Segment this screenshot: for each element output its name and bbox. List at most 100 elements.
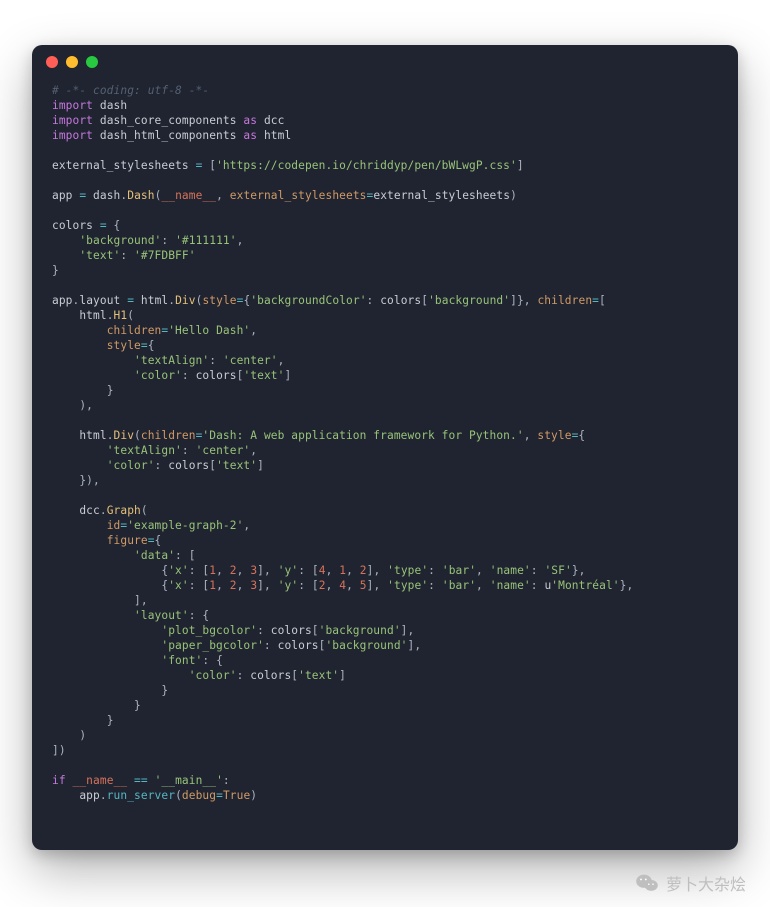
code-string: 'background' xyxy=(79,234,161,247)
code-string: 'textAlign' xyxy=(134,354,209,367)
zoom-icon[interactable] xyxy=(86,56,98,68)
code-ident: app xyxy=(79,789,100,802)
code-func: run_server xyxy=(107,789,175,802)
code-string: 'background' xyxy=(319,624,401,637)
code-number: 2 xyxy=(230,564,237,577)
code-string: 'font' xyxy=(161,654,202,667)
code-string: 'background' xyxy=(325,639,407,652)
code-ident: colors xyxy=(271,624,312,637)
code-keyword: as xyxy=(243,129,257,142)
code-class: Graph xyxy=(107,504,141,517)
code-kwarg: style xyxy=(537,429,571,442)
close-icon[interactable] xyxy=(46,56,58,68)
code-number: 2 xyxy=(360,564,367,577)
window-titlebar xyxy=(32,45,738,79)
code-keyword: import xyxy=(52,114,93,127)
code-string: '#111111' xyxy=(175,234,237,247)
code-kwarg: children xyxy=(537,294,592,307)
code-kwarg: children xyxy=(141,429,196,442)
code-kwarg: style xyxy=(202,294,236,307)
code-string: 'layout' xyxy=(134,609,189,622)
code-string: 'SF' xyxy=(544,564,571,577)
code-ident: colors xyxy=(168,459,209,472)
code-string: '#7FDBFF' xyxy=(134,249,196,262)
code-ident: layout xyxy=(79,294,120,307)
code-ident: colors xyxy=(380,294,421,307)
code-keyword: as xyxy=(243,114,257,127)
code-number: 2 xyxy=(230,579,237,592)
code-ident: html xyxy=(141,294,168,307)
code-bool: True xyxy=(223,789,250,802)
code-string: 'backgroundColor' xyxy=(250,294,366,307)
minimize-icon[interactable] xyxy=(66,56,78,68)
code-class: Div xyxy=(114,429,135,442)
code-number: 2 xyxy=(319,579,326,592)
code-string: 'textAlign' xyxy=(107,444,182,457)
code-string: 'y' xyxy=(278,579,299,592)
code-kwarg: debug xyxy=(182,789,216,802)
code-ident: colors xyxy=(250,669,291,682)
code-string: 'x' xyxy=(168,564,189,577)
code-string: 'text' xyxy=(216,459,257,472)
code-string: 'background' xyxy=(428,294,510,307)
code-dunder: __name__ xyxy=(161,189,216,202)
code-string: 'plot_bgcolor' xyxy=(161,624,257,637)
code-keyword: import xyxy=(52,99,93,112)
code-ident: html xyxy=(79,309,106,322)
code-string: 'https://codepen.io/chriddyp/pen/bWLwgP.… xyxy=(216,159,517,172)
code-ident: external_stylesheets xyxy=(373,189,510,202)
code-string: '__main__' xyxy=(155,774,223,787)
code-kwarg: external_stylesheets xyxy=(230,189,367,202)
code-kwarg: id xyxy=(107,519,121,532)
code-ident: dash_html_components xyxy=(100,129,237,142)
code-string: 'type' xyxy=(387,579,428,592)
code-string: 'text' xyxy=(243,369,284,382)
code-number: 5 xyxy=(360,579,367,592)
watermark-label: 萝卜大杂烩 xyxy=(666,871,746,895)
code-string: 'data' xyxy=(134,549,175,562)
code-ident: app xyxy=(52,189,73,202)
code-keyword: import xyxy=(52,129,93,142)
code-string: 'text' xyxy=(298,669,339,682)
code-ident: colors xyxy=(278,639,319,652)
code-dunder: __name__ xyxy=(73,774,128,787)
code-string: 'color' xyxy=(134,369,182,382)
code-ident: colors xyxy=(52,219,93,232)
code-string: 'bar' xyxy=(442,564,476,577)
code-kwarg: children xyxy=(107,324,162,337)
code-comment: # -*- coding: utf-8 -*- xyxy=(52,84,209,97)
code-number: 4 xyxy=(319,564,326,577)
code-string: 'center' xyxy=(196,444,251,457)
watermark: 萝卜大杂烩 xyxy=(636,871,746,895)
code-string: 'x' xyxy=(168,579,189,592)
code-ident: colors xyxy=(196,369,237,382)
code-string: 'color' xyxy=(107,459,155,472)
code-block: # -*- coding: utf-8 -*- import dash impo… xyxy=(32,79,738,823)
code-window: # -*- coding: utf-8 -*- import dash impo… xyxy=(32,45,738,850)
code-keyword: if xyxy=(52,774,66,787)
code-kwarg: style xyxy=(107,339,141,352)
code-ident: html xyxy=(264,129,291,142)
code-string: 'text' xyxy=(79,249,120,262)
code-ident: dash xyxy=(93,189,120,202)
code-string: 'Montréal' xyxy=(551,579,619,592)
code-class: H1 xyxy=(114,309,128,322)
code-ident: dcc xyxy=(79,504,100,517)
code-kwarg: figure xyxy=(107,534,148,547)
code-string: 'name' xyxy=(490,564,531,577)
code-ident: dash xyxy=(100,99,127,112)
code-string: 'bar' xyxy=(442,579,476,592)
code-op: = xyxy=(196,159,203,172)
code-class: Div xyxy=(175,294,196,307)
code-ident: dcc xyxy=(264,114,285,127)
code-ident: app xyxy=(52,294,73,307)
code-string: 'name' xyxy=(490,579,531,592)
code-string: 'example-graph-2' xyxy=(127,519,243,532)
code-string: 'type' xyxy=(387,564,428,577)
code-ident: html xyxy=(79,429,106,442)
code-string: 'Dash: A web application framework for P… xyxy=(202,429,523,442)
code-class: Dash xyxy=(127,189,154,202)
wechat-icon xyxy=(636,874,658,892)
code-string: 'color' xyxy=(189,669,237,682)
code-ident: external_stylesheets xyxy=(52,159,189,172)
